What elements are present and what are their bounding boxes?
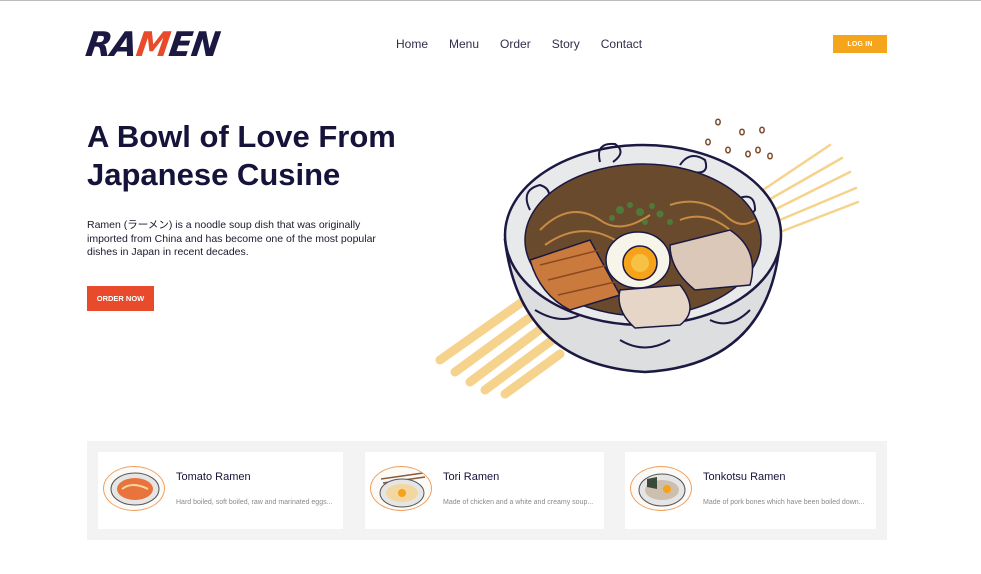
nav-contact[interactable]: Contact (601, 37, 642, 51)
menu-card-description: Hard boiled, soft boiled, raw and marina… (176, 499, 333, 506)
tomato-ramen-thumbnail (103, 466, 165, 511)
order-now-button[interactable]: ORDER NOW (87, 286, 154, 311)
hero-title: A Bowl of Love From Japanese Cusine (87, 118, 447, 194)
menu-card-tonkotsu[interactable]: Tonkotsu Ramen Made of pork bones which … (625, 452, 876, 529)
login-button[interactable]: LOG IN (833, 35, 887, 53)
tori-ramen-thumbnail (370, 466, 432, 511)
hero-title-line2: Japanese Cusine (87, 157, 341, 192)
tonkotsu-ramen-thumbnail (630, 466, 692, 511)
sesame-seeds (705, 118, 773, 160)
nav-order[interactable]: Order (500, 37, 531, 51)
main-nav: Home Menu Order Story Contact (396, 37, 642, 51)
menu-card-tori[interactable]: Tori Ramen Made of chicken and a white a… (365, 452, 604, 529)
menu-card-name: Tori Ramen (443, 471, 500, 483)
nav-home[interactable]: Home (396, 37, 428, 51)
menu-card-name: Tomato Ramen (176, 471, 251, 483)
ramen-bowl-illustration (435, 118, 860, 399)
ramen-logo[interactable]: RAMEN (83, 24, 222, 66)
hero-description: Ramen (ラーメン) is a noodle soup dish that … (87, 219, 376, 258)
logo-wordmark: RAMEN (83, 25, 222, 65)
menu-card-tomato[interactable]: Tomato Ramen Hard boiled, soft boiled, r… (98, 452, 343, 529)
menu-card-description: Made of pork bones which have been boile… (703, 499, 865, 506)
menu-card-description: Made of chicken and a white and creamy s… (443, 499, 594, 506)
hero-title-line1: A Bowl of Love From (87, 119, 396, 154)
nav-menu[interactable]: Menu (449, 37, 479, 51)
top-divider (0, 0, 981, 1)
nav-story[interactable]: Story (552, 37, 580, 51)
menu-card-name: Tonkotsu Ramen (703, 471, 786, 483)
